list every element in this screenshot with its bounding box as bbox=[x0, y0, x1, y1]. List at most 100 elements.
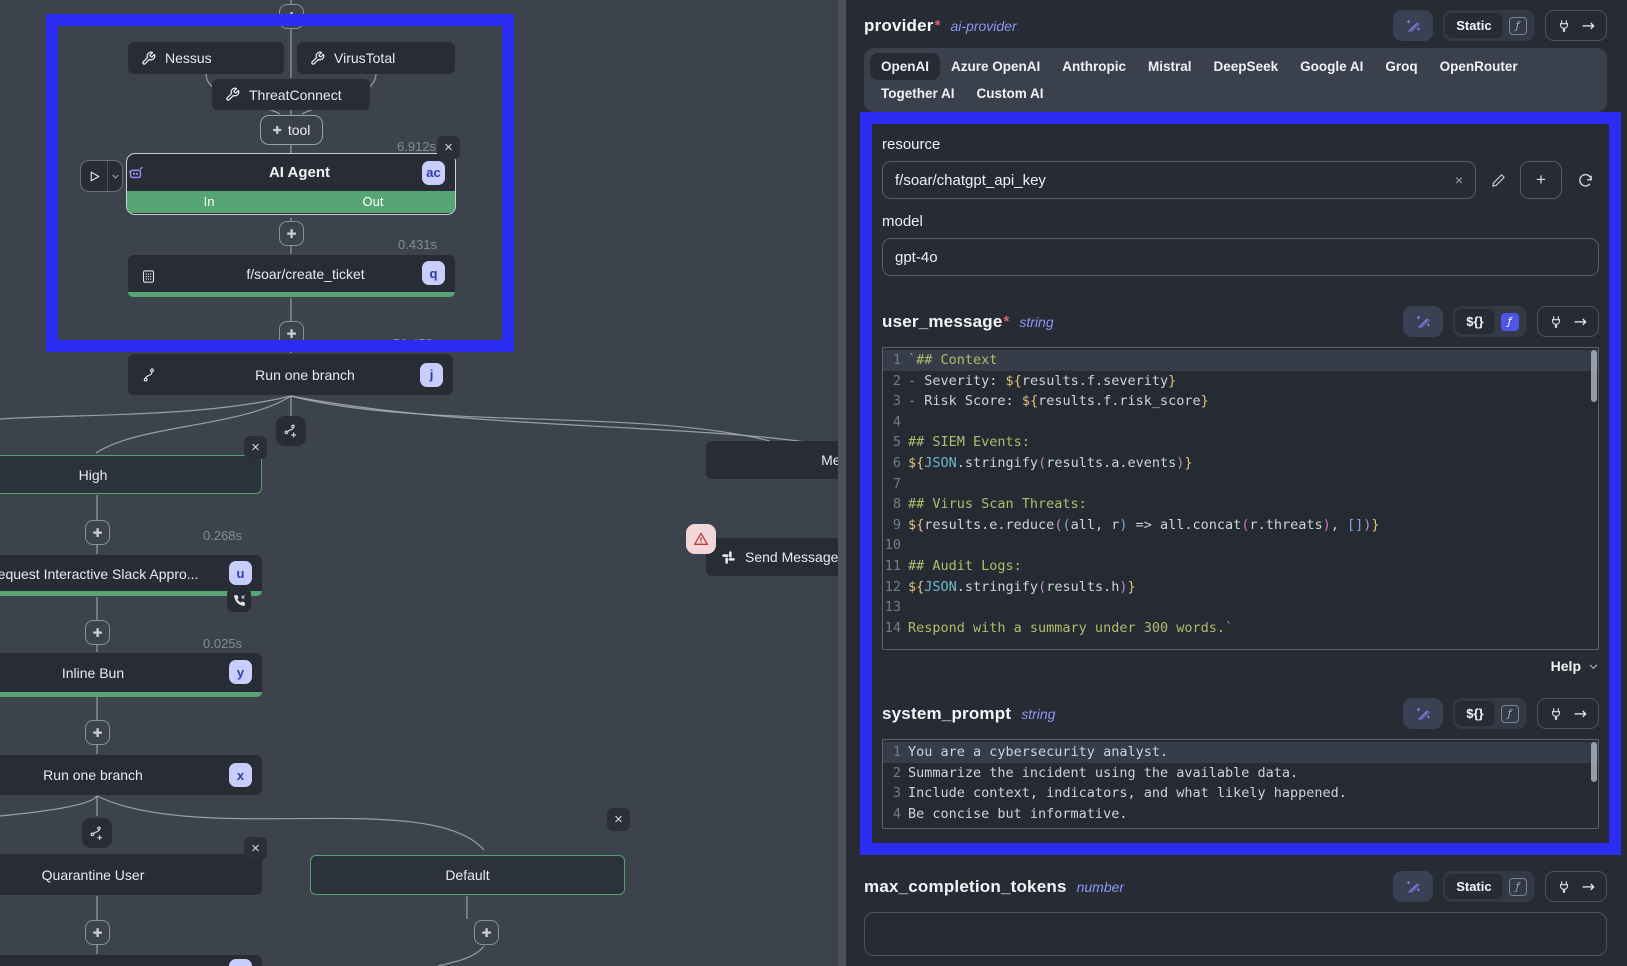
node-inline-bun[interactable]: Inline Bun y bbox=[0, 653, 262, 697]
add-branch-button[interactable] bbox=[82, 818, 112, 848]
ai-fill-button[interactable] bbox=[1393, 871, 1433, 902]
add-branch-button[interactable] bbox=[276, 416, 306, 446]
close-icon[interactable]: × bbox=[244, 436, 267, 459]
close-icon[interactable]: × bbox=[607, 808, 630, 831]
input-mode-toggle[interactable]: ${} ƒ bbox=[1453, 698, 1526, 729]
workflow-canvas[interactable]: ✚ Nessus VirusTotal ThreatConnect ✚ tool… bbox=[0, 0, 838, 966]
provider-tab-custom-ai[interactable]: Custom AI bbox=[966, 80, 1055, 107]
arrow-right-icon[interactable]: → bbox=[1574, 704, 1587, 723]
node-virustotal[interactable]: VirusTotal bbox=[297, 42, 455, 74]
plug-icon[interactable] bbox=[1549, 315, 1563, 329]
connect-io-group[interactable]: → bbox=[1537, 698, 1599, 729]
node-run-one-branch-1[interactable]: Run one branch j bbox=[128, 354, 453, 395]
static-mode-button[interactable]: Static bbox=[1445, 13, 1502, 38]
add-step-connector[interactable]: ✚ bbox=[85, 620, 110, 645]
add-step-connector[interactable]: ✚ bbox=[85, 520, 110, 545]
input-mode-toggle[interactable]: Static ƒ bbox=[1443, 10, 1534, 41]
editor-scrollbar[interactable] bbox=[1591, 350, 1597, 402]
code-line[interactable]: 2- Severity: ${results.f.severity} bbox=[883, 371, 1598, 392]
phone-callback-icon[interactable] bbox=[227, 588, 251, 612]
connect-io-group[interactable]: → bbox=[1537, 306, 1599, 337]
code-line[interactable]: 1You are a cybersecurity analyst. bbox=[883, 742, 1598, 763]
provider-tab-anthropic[interactable]: Anthropic bbox=[1051, 53, 1137, 80]
provider-tab-together-ai[interactable]: Together AI bbox=[870, 80, 966, 107]
provider-tab-openai[interactable]: OpenAI bbox=[870, 53, 940, 80]
editor-scrollbar[interactable] bbox=[1591, 742, 1597, 782]
function-mode-icon[interactable]: ƒ bbox=[1501, 705, 1519, 723]
arrow-right-icon[interactable]: → bbox=[1582, 877, 1595, 896]
function-mode-icon[interactable]: ƒ bbox=[1509, 17, 1527, 35]
node-threatconnect[interactable]: ThreatConnect bbox=[212, 79, 370, 110]
provider-tab-mistral[interactable]: Mistral bbox=[1137, 53, 1203, 80]
port-out[interactable]: Out bbox=[291, 191, 455, 213]
code-line[interactable]: 3Include context, indicators, and what l… bbox=[883, 783, 1598, 804]
provider-tab-azure-openai[interactable]: Azure OpenAI bbox=[940, 53, 1051, 80]
canvas-scrollbar[interactable] bbox=[838, 0, 846, 966]
node-branch-medium[interactable]: Medium bbox=[706, 441, 838, 479]
connect-io-group[interactable]: → bbox=[1545, 10, 1607, 41]
add-step-connector[interactable]: ✚ bbox=[474, 920, 499, 945]
add-step-connector[interactable]: ✚ bbox=[279, 321, 304, 346]
user-message-code-editor[interactable]: 1`## Context2- Severity: ${results.f.sev… bbox=[882, 347, 1599, 650]
code-line[interactable]: 4Be concise but informative. bbox=[883, 804, 1598, 825]
code-line[interactable]: 14Respond with a summary under 300 words… bbox=[883, 618, 1598, 639]
provider-tab-deepseek[interactable]: DeepSeek bbox=[1203, 53, 1290, 80]
close-icon[interactable]: × bbox=[244, 837, 267, 860]
plug-icon[interactable] bbox=[1557, 19, 1571, 33]
node-create-ticket[interactable]: f/soar/create_ticket q bbox=[128, 255, 455, 297]
code-line[interactable]: 2Summarize the incident using the availa… bbox=[883, 763, 1598, 784]
edit-pencil-icon[interactable] bbox=[1485, 173, 1511, 188]
function-mode-icon[interactable]: ƒ bbox=[1501, 313, 1519, 331]
code-line[interactable]: 3- Risk Score: ${results.f.risk_score} bbox=[883, 391, 1598, 412]
refresh-icon[interactable] bbox=[1571, 172, 1599, 189]
template-mode-button[interactable]: ${} bbox=[1455, 309, 1494, 334]
code-line[interactable]: 4 bbox=[883, 412, 1598, 433]
node-slack-approval[interactable]: Request Interactive Slack Appro... u bbox=[0, 555, 262, 596]
ai-fill-button[interactable] bbox=[1403, 698, 1443, 729]
node-branch-high[interactable]: High bbox=[0, 455, 262, 494]
provider-tab-google-ai[interactable]: Google AI bbox=[1289, 53, 1374, 80]
close-icon[interactable]: × bbox=[437, 136, 460, 159]
clear-icon[interactable]: × bbox=[1455, 172, 1463, 188]
code-line[interactable]: 6${JSON.stringify(results.a.events)} bbox=[883, 453, 1598, 474]
connect-io-group[interactable]: → bbox=[1545, 871, 1607, 902]
arrow-right-icon[interactable]: → bbox=[1574, 312, 1587, 331]
code-line[interactable]: 8## Virus Scan Threats: bbox=[883, 494, 1598, 515]
code-line[interactable]: 11## Audit Logs: bbox=[883, 556, 1598, 577]
code-line[interactable]: 12${JSON.stringify(results.h)} bbox=[883, 577, 1598, 598]
add-step-connector[interactable]: ✚ bbox=[85, 920, 110, 945]
function-mode-icon[interactable]: ƒ bbox=[1509, 878, 1527, 896]
add-step-connector[interactable]: ✚ bbox=[279, 4, 304, 29]
node-run-one-branch-2[interactable]: Run one branch x bbox=[0, 755, 262, 795]
code-line[interactable]: 13 bbox=[883, 597, 1598, 618]
resource-input[interactable]: f/soar/chatgpt_api_key × bbox=[882, 161, 1476, 199]
add-step-connector[interactable]: ✚ bbox=[85, 720, 110, 745]
system-prompt-code-editor[interactable]: 1You are a cybersecurity analyst.2Summar… bbox=[882, 739, 1599, 829]
max-completion-tokens-input[interactable] bbox=[864, 912, 1607, 956]
add-step-connector[interactable]: ✚ bbox=[279, 221, 304, 246]
code-line[interactable]: 7 bbox=[883, 474, 1598, 495]
plug-icon[interactable] bbox=[1557, 880, 1571, 894]
static-mode-button[interactable]: Static bbox=[1445, 874, 1502, 899]
run-step-button[interactable] bbox=[80, 160, 123, 192]
add-tool-button[interactable]: ✚ tool bbox=[260, 115, 323, 145]
add-resource-button[interactable]: + bbox=[1520, 161, 1562, 199]
node-clipped-bottom[interactable] bbox=[0, 955, 262, 966]
play-icon[interactable] bbox=[81, 161, 108, 191]
model-input[interactable]: gpt-4o bbox=[882, 238, 1599, 276]
provider-tab-groq[interactable]: Groq bbox=[1374, 53, 1428, 80]
node-nessus[interactable]: Nessus bbox=[128, 42, 284, 74]
provider-tab-openrouter[interactable]: OpenRouter bbox=[1429, 53, 1529, 80]
code-line[interactable]: 5## SIEM Events: bbox=[883, 432, 1598, 453]
template-mode-button[interactable]: ${} bbox=[1455, 701, 1494, 726]
node-ai-agent[interactable]: AI Agent ac In Out bbox=[126, 153, 456, 215]
help-label[interactable]: Help bbox=[1551, 658, 1581, 674]
input-mode-toggle[interactable]: ${} ƒ bbox=[1453, 306, 1526, 337]
code-line[interactable]: 1`## Context bbox=[883, 350, 1598, 371]
input-mode-toggle[interactable]: Static ƒ bbox=[1443, 871, 1534, 902]
code-line[interactable]: 9${results.e.reduce((all, r) => all.conc… bbox=[883, 515, 1598, 536]
ai-fill-button[interactable] bbox=[1403, 306, 1443, 337]
code-line[interactable]: 10 bbox=[883, 535, 1598, 556]
chevron-down-icon[interactable] bbox=[108, 161, 122, 191]
chevron-down-icon[interactable] bbox=[1588, 661, 1599, 672]
